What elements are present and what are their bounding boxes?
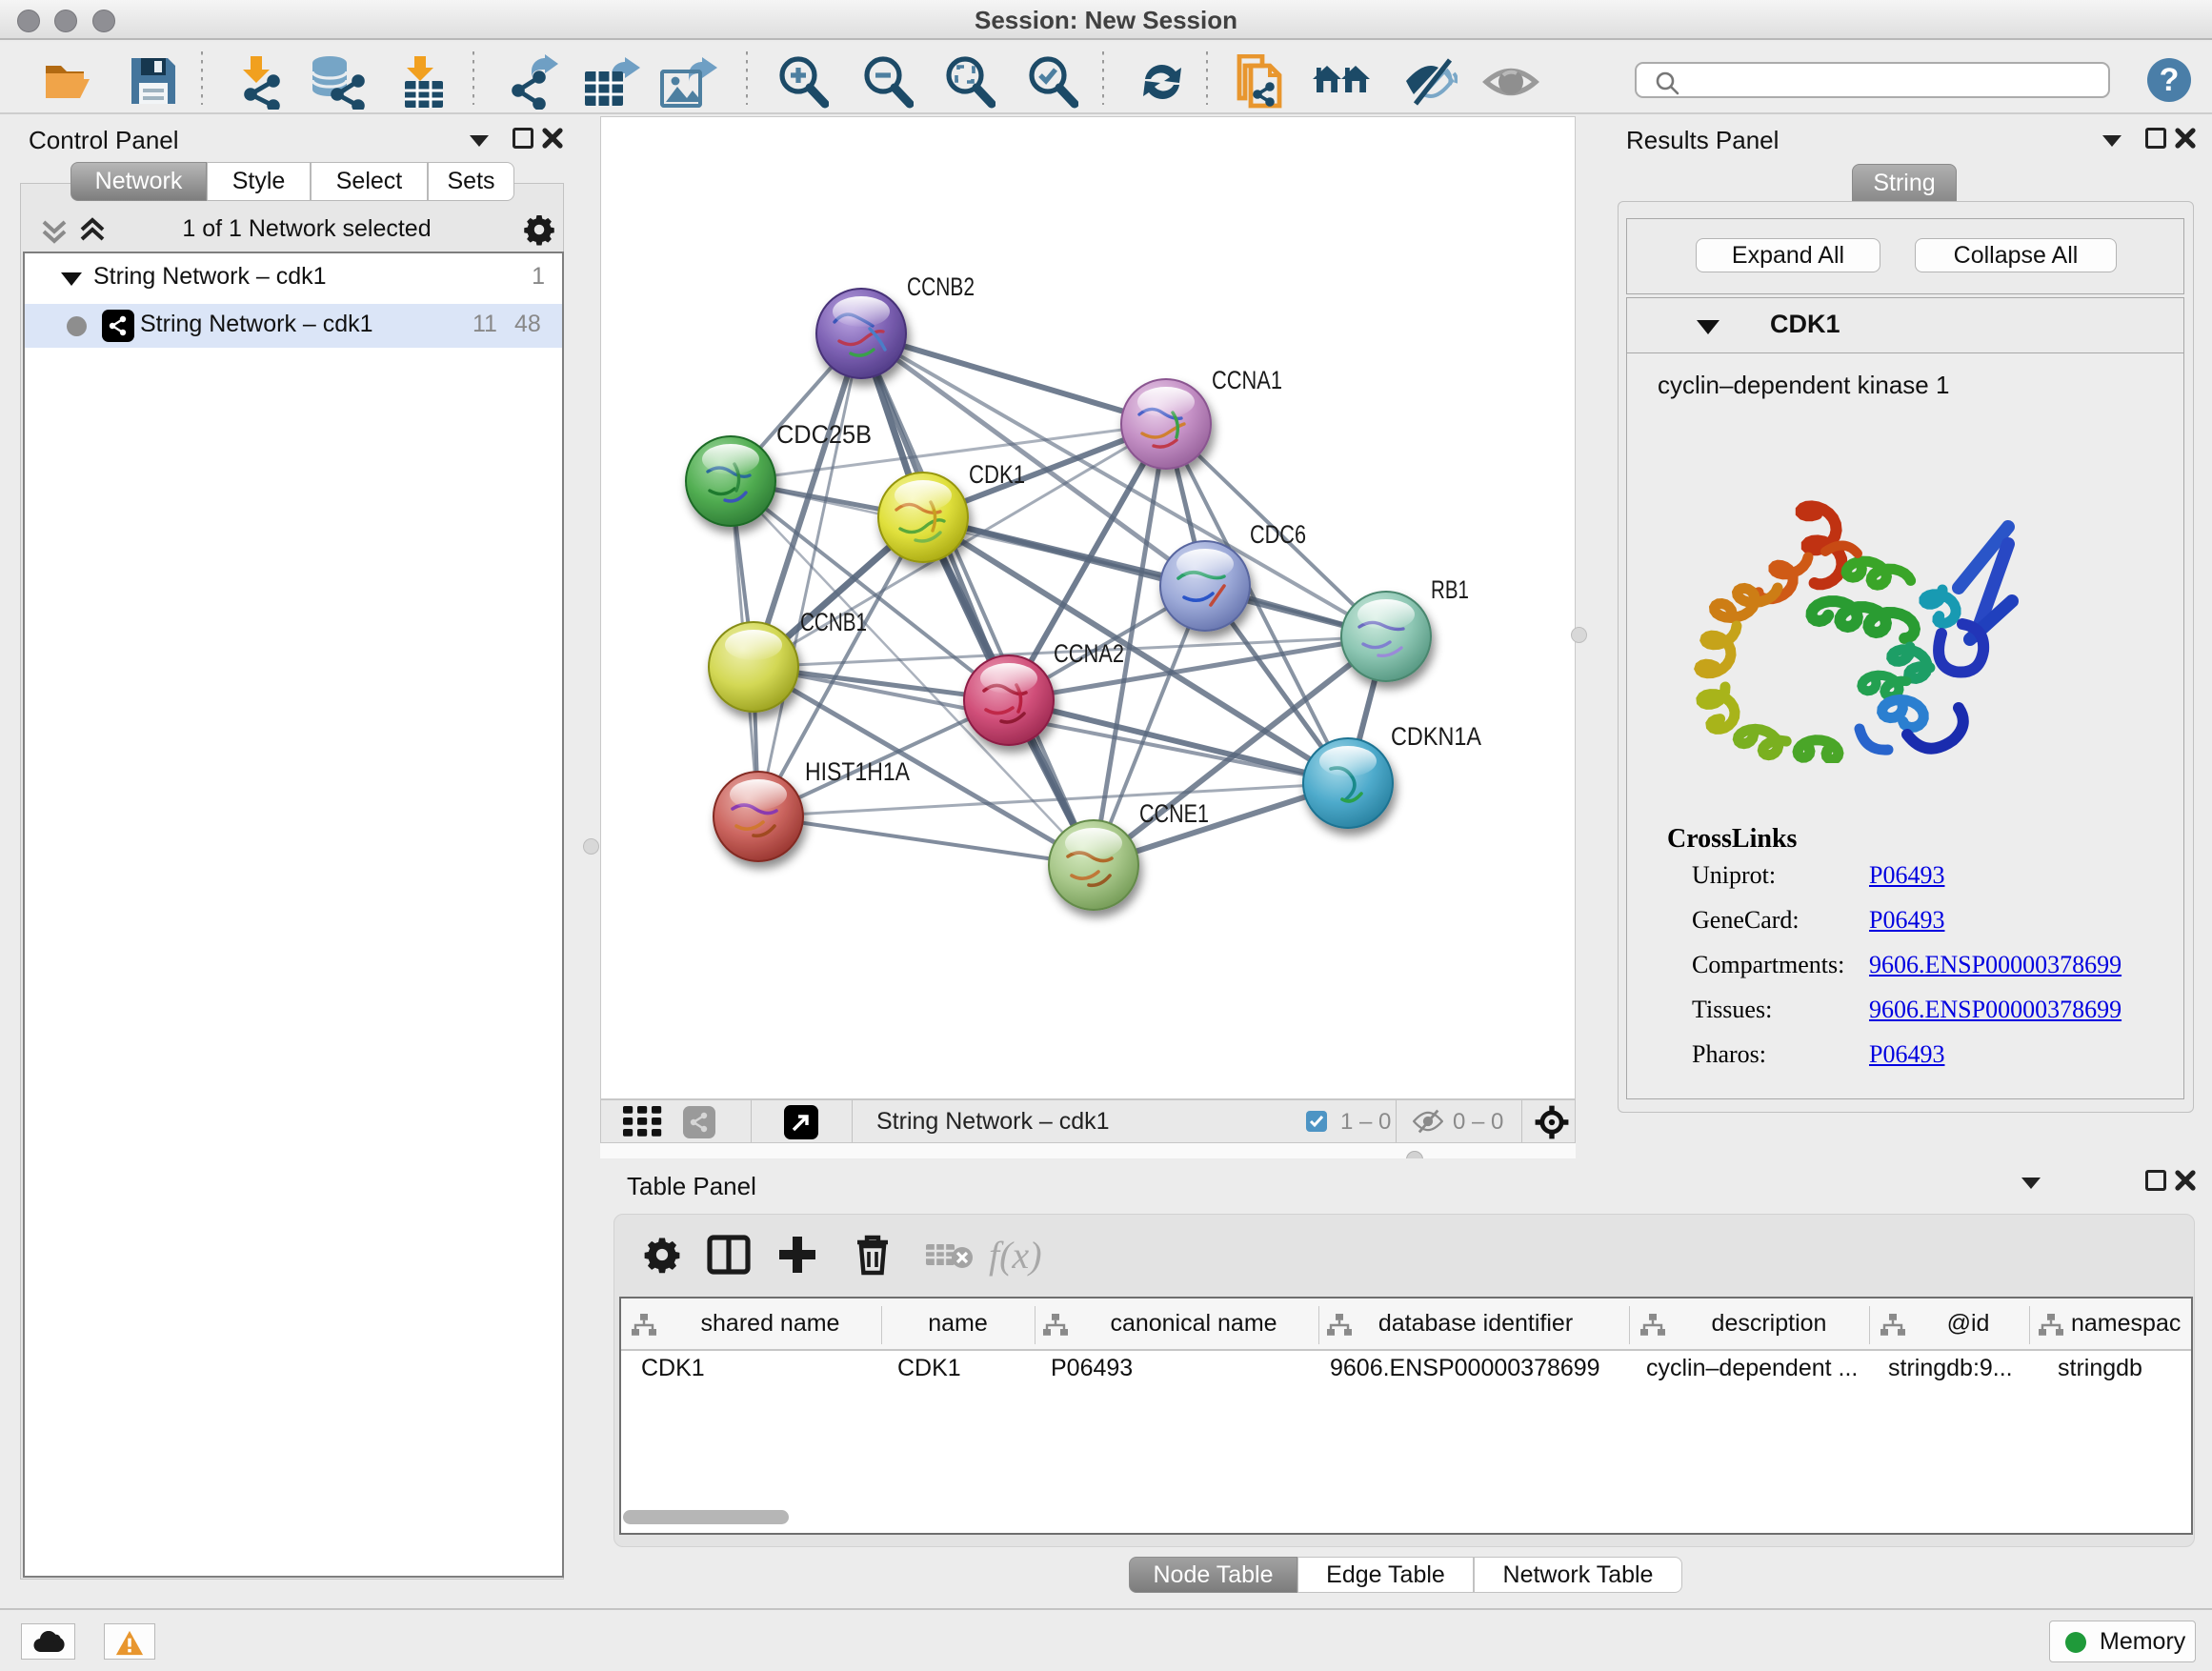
svg-text:CDKN1A: CDKN1A: [1391, 722, 1481, 751]
svg-text:CCNB1: CCNB1: [800, 608, 867, 636]
svg-text:HIST1H1A: HIST1H1A: [805, 757, 910, 786]
svg-text:CCNE1: CCNE1: [1139, 799, 1209, 828]
svg-text:CCNB2: CCNB2: [907, 272, 975, 301]
svg-text:CDK1: CDK1: [969, 460, 1025, 489]
svg-text:?: ?: [2160, 62, 2180, 98]
svg-text:RB1: RB1: [1431, 575, 1469, 604]
svg-text:CCNA1: CCNA1: [1212, 366, 1282, 394]
svg-text:CCNA2: CCNA2: [1054, 639, 1124, 668]
svg-text:CDC6: CDC6: [1250, 520, 1306, 549]
svg-text:CDC25B: CDC25B: [776, 420, 872, 449]
